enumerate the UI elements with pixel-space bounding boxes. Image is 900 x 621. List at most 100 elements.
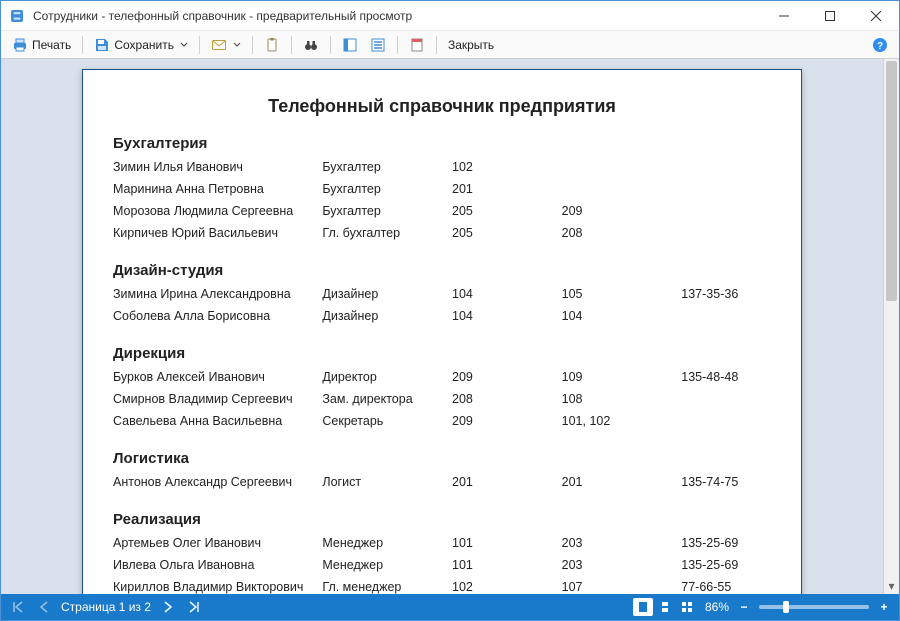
toolbar-separator [199,36,200,54]
zoom-label: 86% [705,600,729,614]
phone-external: 135-74-75 [681,475,771,489]
employee-name: Антонов Александр Сергеевич [113,475,322,489]
scrollbar-thumb[interactable] [886,61,897,301]
toolbar-separator [82,36,83,54]
employee-name: Ивлева Ольга Ивановна [113,558,322,572]
phone-1: 101 [452,536,562,550]
phone-1: 201 [452,182,562,196]
multi-page-view-button[interactable] [677,598,697,616]
outline-icon [370,37,386,53]
table-row: Бурков Алексей ИвановичДиректор209109135… [113,366,771,388]
zoom-slider-thumb[interactable] [783,601,789,613]
employee-name: Маринина Анна Петровна [113,182,322,196]
employee-position: Дизайнер [322,287,452,301]
scroll-down-icon[interactable]: ▾ [884,578,899,594]
app-icon [9,8,25,24]
help-icon: ? [872,37,888,53]
group-title: Бухгалтерия [113,135,771,152]
window-title: Сотрудники - телефонный справочник - пре… [33,9,761,23]
close-label: Закрыть [448,38,494,52]
table-row: Морозова Людмила СергеевнаБухгалтер20520… [113,200,771,222]
zoom-slider[interactable] [759,605,869,609]
table-row: Ивлева Ольга ИвановнаМенеджер101203135-2… [113,554,771,576]
employee-position: Менеджер [322,558,452,572]
floppy-icon [94,37,110,53]
employee-position: Бухгалтер [322,204,452,218]
phone-external: 137-35-36 [681,287,771,301]
group-title: Реализация [113,511,771,528]
toolbar-separator [291,36,292,54]
employee-name: Зимин Илья Иванович [113,160,322,174]
group-title: Дирекция [113,345,771,362]
employee-position: Дизайнер [322,309,452,323]
employee-name: Артемьев Олег Иванович [113,536,322,550]
employee-position: Бухгалтер [322,160,452,174]
toolbar-separator [397,36,398,54]
table-row: Смирнов Владимир СергеевичЗам. директора… [113,388,771,410]
employee-name: Морозова Людмила Сергеевна [113,204,322,218]
find-button[interactable] [298,34,324,56]
copy-button[interactable] [259,34,285,56]
phone-2: 109 [562,370,682,384]
phone-1: 104 [452,309,562,323]
phone-2: 203 [562,536,682,550]
zoom-in-button[interactable]: + [877,600,891,614]
phone-external: 77-66-55 [681,580,771,594]
chevron-down-icon [233,38,241,52]
prev-page-button[interactable] [35,598,53,616]
phone-external: 135-25-69 [681,558,771,572]
table-row: Зимина Ирина АлександровнаДизайнер104105… [113,283,771,305]
thumbnails-icon [342,37,358,53]
next-page-button[interactable] [159,598,177,616]
titlebar: Сотрудники - телефонный справочник - пре… [1,1,899,31]
close-window-button[interactable] [853,1,899,30]
employee-name: Смирнов Владимир Сергеевич [113,392,322,406]
toolbar: Печать Сохранить [1,31,899,59]
clipboard-icon [264,37,280,53]
phone-1: 101 [452,558,562,572]
phone-1: 209 [452,370,562,384]
phone-1: 104 [452,287,562,301]
view-mode-toggle [633,598,697,616]
send-button[interactable] [206,34,246,56]
employee-name: Кириллов Владимир Викторович [113,580,322,594]
employee-name: Кирпичев Юрий Васильевич [113,226,322,240]
phone-external: 135-25-69 [681,536,771,550]
status-bar: Страница 1 из 2 86% − + [1,594,899,620]
report-page: Телефонный справочник предприятия Бухгал… [82,69,802,594]
maximize-button[interactable] [807,1,853,30]
close-preview-button[interactable]: Закрыть [443,34,499,56]
toolbar-separator [436,36,437,54]
thumbnails-button[interactable] [337,34,363,56]
continuous-view-button[interactable] [655,598,675,616]
last-page-button[interactable] [185,598,203,616]
printer-icon [12,37,28,53]
minimize-button[interactable] [761,1,807,30]
report-title: Телефонный справочник предприятия [113,96,771,117]
phone-1: 208 [452,392,562,406]
save-button[interactable]: Сохранить [89,34,193,56]
phone-2: 208 [562,226,682,240]
print-button[interactable]: Печать [7,34,76,56]
phone-2: 203 [562,558,682,572]
first-page-button[interactable] [9,598,27,616]
toolbar-separator [330,36,331,54]
phone-1: 102 [452,580,562,594]
employee-position: Гл. менеджер [322,580,452,594]
employee-name: Соболева Алла Борисовна [113,309,322,323]
preview-viewport: Телефонный справочник предприятия Бухгал… [1,59,899,594]
scroll-area[interactable]: Телефонный справочник предприятия Бухгал… [1,59,883,594]
zoom-out-button[interactable]: − [737,600,751,614]
employee-position: Секретарь [322,414,452,428]
vertical-scrollbar[interactable]: ▴ ▾ [883,59,899,594]
single-page-view-button[interactable] [633,598,653,616]
table-row: Савельева Анна ВасильевнаСекретарь209101… [113,410,771,432]
toolbar-separator [252,36,253,54]
phone-2: 107 [562,580,682,594]
outline-button[interactable] [365,34,391,56]
phone-2: 201 [562,475,682,489]
employee-position: Логист [322,475,452,489]
help-button[interactable]: ? [867,34,893,56]
page-setup-button[interactable] [404,34,430,56]
phone-1: 102 [452,160,562,174]
